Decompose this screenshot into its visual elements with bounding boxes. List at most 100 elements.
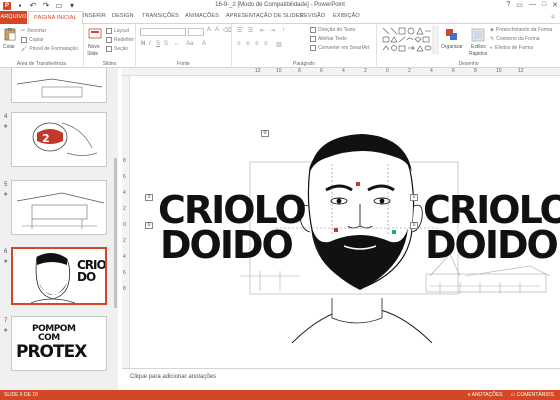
shadow-button[interactable]: S <box>164 41 168 47</box>
align-center-icon[interactable]: ≡ <box>246 41 250 47</box>
shrink-font-icon[interactable]: A <box>215 27 219 33</box>
ruler-number: 2 <box>408 68 411 74</box>
increase-indent-icon[interactable]: ⇥ <box>270 27 275 34</box>
decrease-indent-icon[interactable]: ⇤ <box>260 27 265 34</box>
slide-thumbnail-4[interactable]: 2 <box>11 112 107 167</box>
text-direction-button[interactable]: Direção do Texto <box>310 27 355 33</box>
ribbon-display-button[interactable]: ▭ <box>516 1 523 9</box>
italic-button[interactable]: I <box>149 41 151 47</box>
align-text-button[interactable]: Alinhar Texto <box>310 36 347 42</box>
tab-animations[interactable]: ANIMAÇÕES <box>185 13 219 19</box>
bold-button[interactable]: N <box>141 41 145 47</box>
bullets-icon[interactable]: ☰ <box>237 27 242 34</box>
ruler-number: 4 <box>430 68 433 74</box>
slide-thumbnail-6-selected[interactable]: CRIO DO <box>11 247 107 305</box>
ruler-number: 6 <box>123 270 126 276</box>
animation-tag[interactable]: 0 <box>410 222 418 229</box>
tab-home[interactable]: PÁGINA INICIAL <box>28 11 83 25</box>
tab-view[interactable]: EXIBIÇÃO <box>333 13 360 19</box>
slide-title-right-line-2[interactable]: DOIDO <box>425 226 559 264</box>
thumb-text-line-3: PROTEX <box>16 342 87 362</box>
slide-number: 5 <box>4 182 8 188</box>
ruler-number: 6 <box>123 174 126 180</box>
slide-thumbnail-3[interactable] <box>11 68 107 103</box>
ruler-number: 0 <box>386 68 389 74</box>
tab-slideshow[interactable]: APRESENTAÇÃO DE SLIDES <box>226 13 303 19</box>
align-right-icon[interactable]: ≡ <box>255 41 259 47</box>
drawing-group: Organizar Estilos Rápidos ◈ Preenchimento… <box>377 24 560 68</box>
minimize-button[interactable]: — <box>529 1 536 9</box>
arrange-icon[interactable] <box>445 28 459 42</box>
font-color-icon[interactable]: A <box>202 41 206 47</box>
ruler-number: 6 <box>320 68 323 74</box>
help-button[interactable]: ? <box>506 1 510 9</box>
copy-icon <box>21 37 27 43</box>
char-spacing-icon[interactable]: ↔ <box>174 41 180 47</box>
tab-file[interactable]: ARQUIVO <box>0 11 27 24</box>
clear-format-icon[interactable]: ⌫ <box>223 27 231 34</box>
animation-tag[interactable]: 0 <box>261 130 269 137</box>
quick-styles-label-1[interactable]: Estilos <box>471 44 486 50</box>
layout-button[interactable]: Layout <box>106 28 129 34</box>
slide-title-left-line-2[interactable]: DOIDO <box>160 226 294 264</box>
smartart-button[interactable]: Converter em SmartArt <box>310 45 369 51</box>
window-controls: ? ▭ — □ ✕ <box>506 1 558 9</box>
reset-button[interactable]: Redefinir <box>106 37 134 43</box>
shapes-gallery[interactable] <box>381 26 439 54</box>
portrait-illustration <box>276 134 438 343</box>
paste-icon[interactable] <box>3 27 17 41</box>
grow-font-icon[interactable]: A <box>207 27 211 33</box>
tab-insert[interactable]: INSERIR <box>83 13 106 19</box>
arrange-button[interactable]: Organizar <box>441 44 463 50</box>
font-size-field[interactable] <box>188 28 204 36</box>
quick-styles-label-2[interactable]: Rápidos <box>469 51 487 57</box>
numbering-icon[interactable]: ☰ <box>248 27 253 34</box>
slide-thumbnail-5[interactable] <box>11 180 107 235</box>
ruler-number: 4 <box>342 68 345 74</box>
cut-button[interactable]: ✂ Recortar <box>21 28 46 34</box>
thumbnail-scrollbar[interactable] <box>113 68 118 390</box>
animation-tag[interactable]: 0 <box>145 194 153 201</box>
line-spacing-icon[interactable]: ↕ <box>282 27 285 33</box>
notes-toggle-button[interactable]: ≡ ANOTAÇÕES <box>468 392 503 398</box>
underline-button[interactable]: S <box>156 41 160 47</box>
animation-star-icon: ★ <box>3 124 9 130</box>
sketch-image: 2 <box>32 122 98 156</box>
section-button[interactable]: Seção <box>106 46 128 52</box>
maximize-button[interactable]: □ <box>542 1 546 9</box>
slide-thumbnail-7[interactable]: POMPOM COM PROTEX <box>11 316 107 371</box>
paste-button[interactable]: Colar <box>3 44 15 50</box>
animation-tag[interactable]: 0 <box>145 222 153 229</box>
align-left-icon[interactable]: ≡ <box>237 41 241 47</box>
slide-number: 6 <box>4 249 8 255</box>
columns-icon[interactable]: ▥ <box>276 41 282 48</box>
user-account-icon[interactable]: ☺ <box>550 14 556 20</box>
notes-pane[interactable]: Clique para adicionar anotações <box>122 368 560 390</box>
copy-button[interactable]: Copiar <box>21 37 44 43</box>
quick-styles-icon[interactable] <box>471 28 485 42</box>
new-slide-label-2[interactable]: Slide <box>87 51 98 57</box>
tab-review[interactable]: REVISÃO <box>300 13 325 19</box>
change-case-icon[interactable]: Aa <box>186 41 193 47</box>
slide-counter: SLIDE 6 DE 10 <box>4 392 38 398</box>
tab-transitions[interactable]: TRANSIÇÕES <box>142 13 179 19</box>
font-name-field[interactable] <box>140 28 186 36</box>
comments-toggle-button[interactable]: ▭ COMENTÁRIOS <box>511 392 554 398</box>
comment-icon: ▭ <box>510 392 516 398</box>
scrollbar-thumb[interactable] <box>114 158 117 308</box>
slide-canvas[interactable]: CRIOLO DOIDO CRIOLO DOIDO 0 0 0 0 0 <box>130 76 560 368</box>
shape-fill-button[interactable]: ◈ Preenchimento da Forma <box>490 27 552 33</box>
new-slide-label-1[interactable]: Novo <box>88 44 100 50</box>
new-slide-icon[interactable] <box>88 27 102 41</box>
slide-thumbnail-panel: 4 ★ 2 5 ★ 6 ★ CRIO DO 7 ★ POMPOM COM PRO… <box>0 68 118 390</box>
justify-icon[interactable]: ≡ <box>264 41 268 47</box>
vertical-ruler: 8 6 4 2 0 2 4 6 8 <box>122 76 130 368</box>
animation-tag[interactable]: 0 <box>410 194 418 201</box>
shape-effects-button[interactable]: ◐ Efeitos de Forma <box>490 45 533 51</box>
close-button[interactable]: ✕ <box>552 1 558 9</box>
tab-design[interactable]: DESIGN <box>112 13 134 19</box>
shape-outline-button[interactable]: ✎ Contorno da Forma <box>490 36 540 42</box>
ruler-number: 6 <box>452 68 455 74</box>
notes-placeholder[interactable]: Clique para adicionar anotações <box>130 374 216 380</box>
format-painter-button[interactable]: 🖌 Pincel de Formatação <box>21 46 78 52</box>
